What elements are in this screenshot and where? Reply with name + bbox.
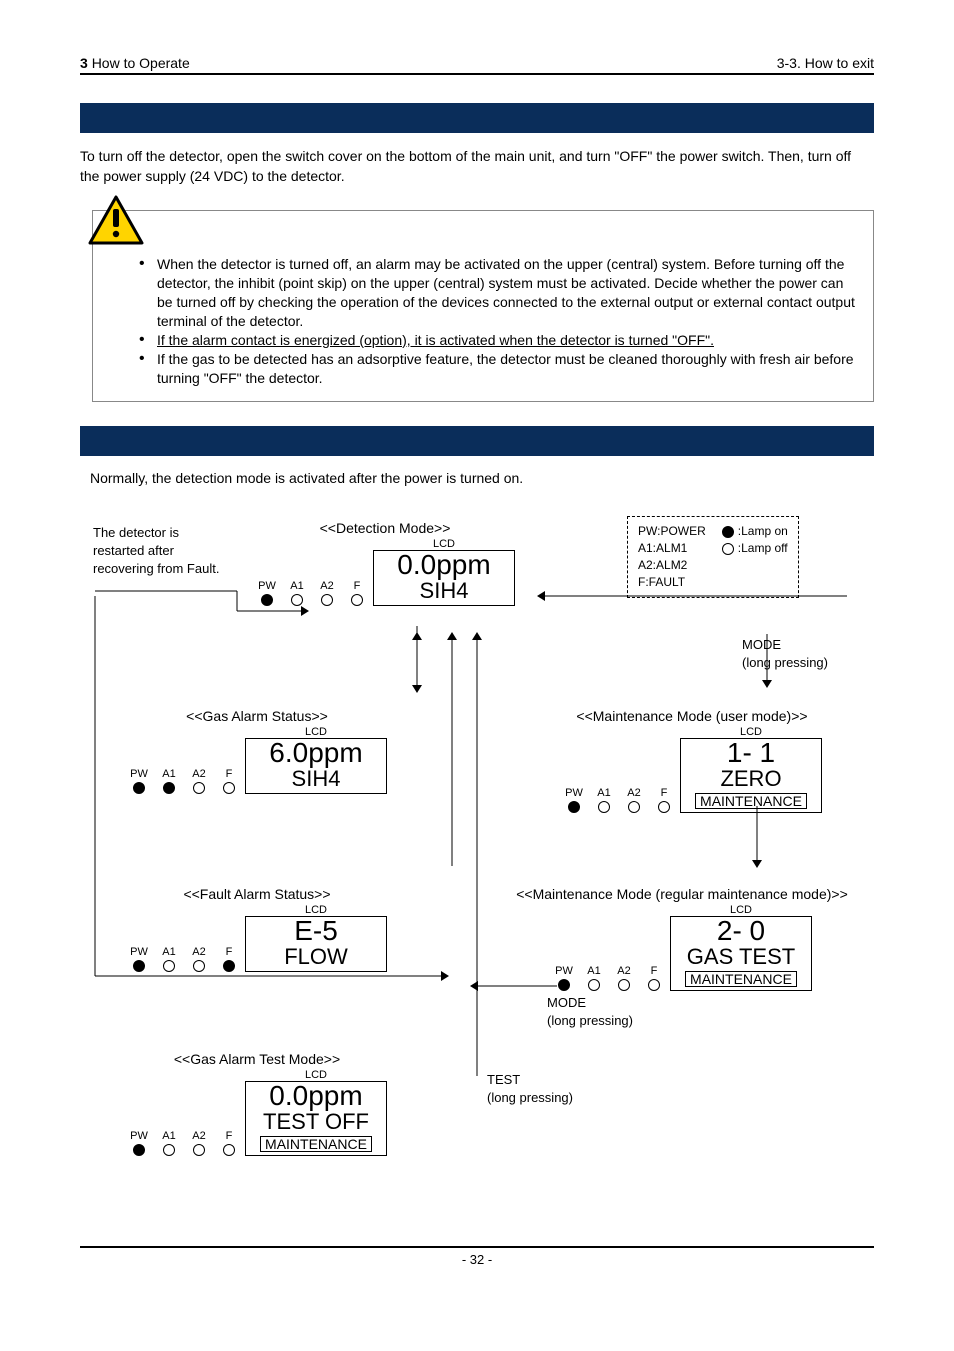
caution-item-1: When the detector is turned off, an alar… (137, 255, 855, 331)
header-left: 3 How to Operate (80, 55, 190, 71)
fault-lamps: PW A1 A2 F (127, 946, 241, 972)
gas-alarm-title: <<Gas Alarm Status>> (107, 708, 407, 724)
module-maint-user: <<Maintenance Mode (user mode)>> PW A1 A… (522, 708, 862, 812)
module-gas-alarm: <<Gas Alarm Status>> PW A1 A2 F LCD 6.0p… (107, 708, 407, 793)
mode-long-note-1: MODE (long pressing) (742, 636, 828, 671)
fault-lcd: E-5 FLOW (245, 916, 387, 971)
section1-paragraph: To turn off the detector, open the switc… (80, 147, 874, 186)
maint-reg-lamps: PW A1 A2 F (552, 965, 666, 991)
caution-item-2: If the alarm contact is energized (optio… (137, 331, 855, 350)
test-long-note: TEST (long pressing) (487, 1071, 573, 1106)
module-maint-regular: <<Maintenance Mode (regular maintenance … (487, 886, 877, 990)
caution-block: When the detector is turned off, an alar… (80, 210, 874, 402)
caution-icon (86, 193, 146, 248)
gas-test-lcd: 0.0ppm TEST OFF MAINTENANCE (245, 1081, 387, 1155)
mode-long-note-2: MODE (long pressing) (547, 994, 633, 1029)
chapter-number: 3 (80, 55, 88, 71)
header-right: 3-3. How to exit (777, 55, 874, 71)
section-bar-2 (80, 426, 874, 456)
caution-item-3: If the gas to be detected has an adsorpt… (137, 350, 855, 388)
module-fault: <<Fault Alarm Status>> PW A1 A2 F LCD E-… (107, 886, 407, 971)
flowchart: PW:POWER A1:ALM1 A2:ALM2 F:FAULT :Lamp o… (87, 516, 867, 1216)
section2-paragraph: Normally, the detection mode is activate… (90, 470, 874, 486)
module-gas-test: <<Gas Alarm Test Mode>> PW A1 A2 F LCD 0… (107, 1051, 407, 1155)
section-bar-1 (80, 103, 874, 133)
maint-reg-title: <<Maintenance Mode (regular maintenance … (487, 886, 877, 902)
page-number: - 32 - (80, 1248, 874, 1267)
gas-alarm-lamps: PW A1 A2 F (127, 768, 241, 794)
fault-title: <<Fault Alarm Status>> (107, 886, 407, 902)
maint-reg-lcd: 2- 0 GAS TEST MAINTENANCE (670, 916, 812, 990)
maint-user-title: <<Maintenance Mode (user mode)>> (522, 708, 862, 724)
gas-test-title: <<Gas Alarm Test Mode>> (107, 1051, 407, 1067)
chapter-label: How to Operate (92, 55, 190, 71)
gas-test-lamps: PW A1 A2 F (127, 1130, 241, 1156)
maint-user-lamps: PW A1 A2 F (562, 787, 676, 813)
page-header: 3 How to Operate 3-3. How to exit (80, 55, 874, 75)
maint-user-lcd: 1- 1 ZERO MAINTENANCE (680, 738, 822, 812)
gas-alarm-lcd: 6.0ppm SIH4 (245, 738, 387, 793)
